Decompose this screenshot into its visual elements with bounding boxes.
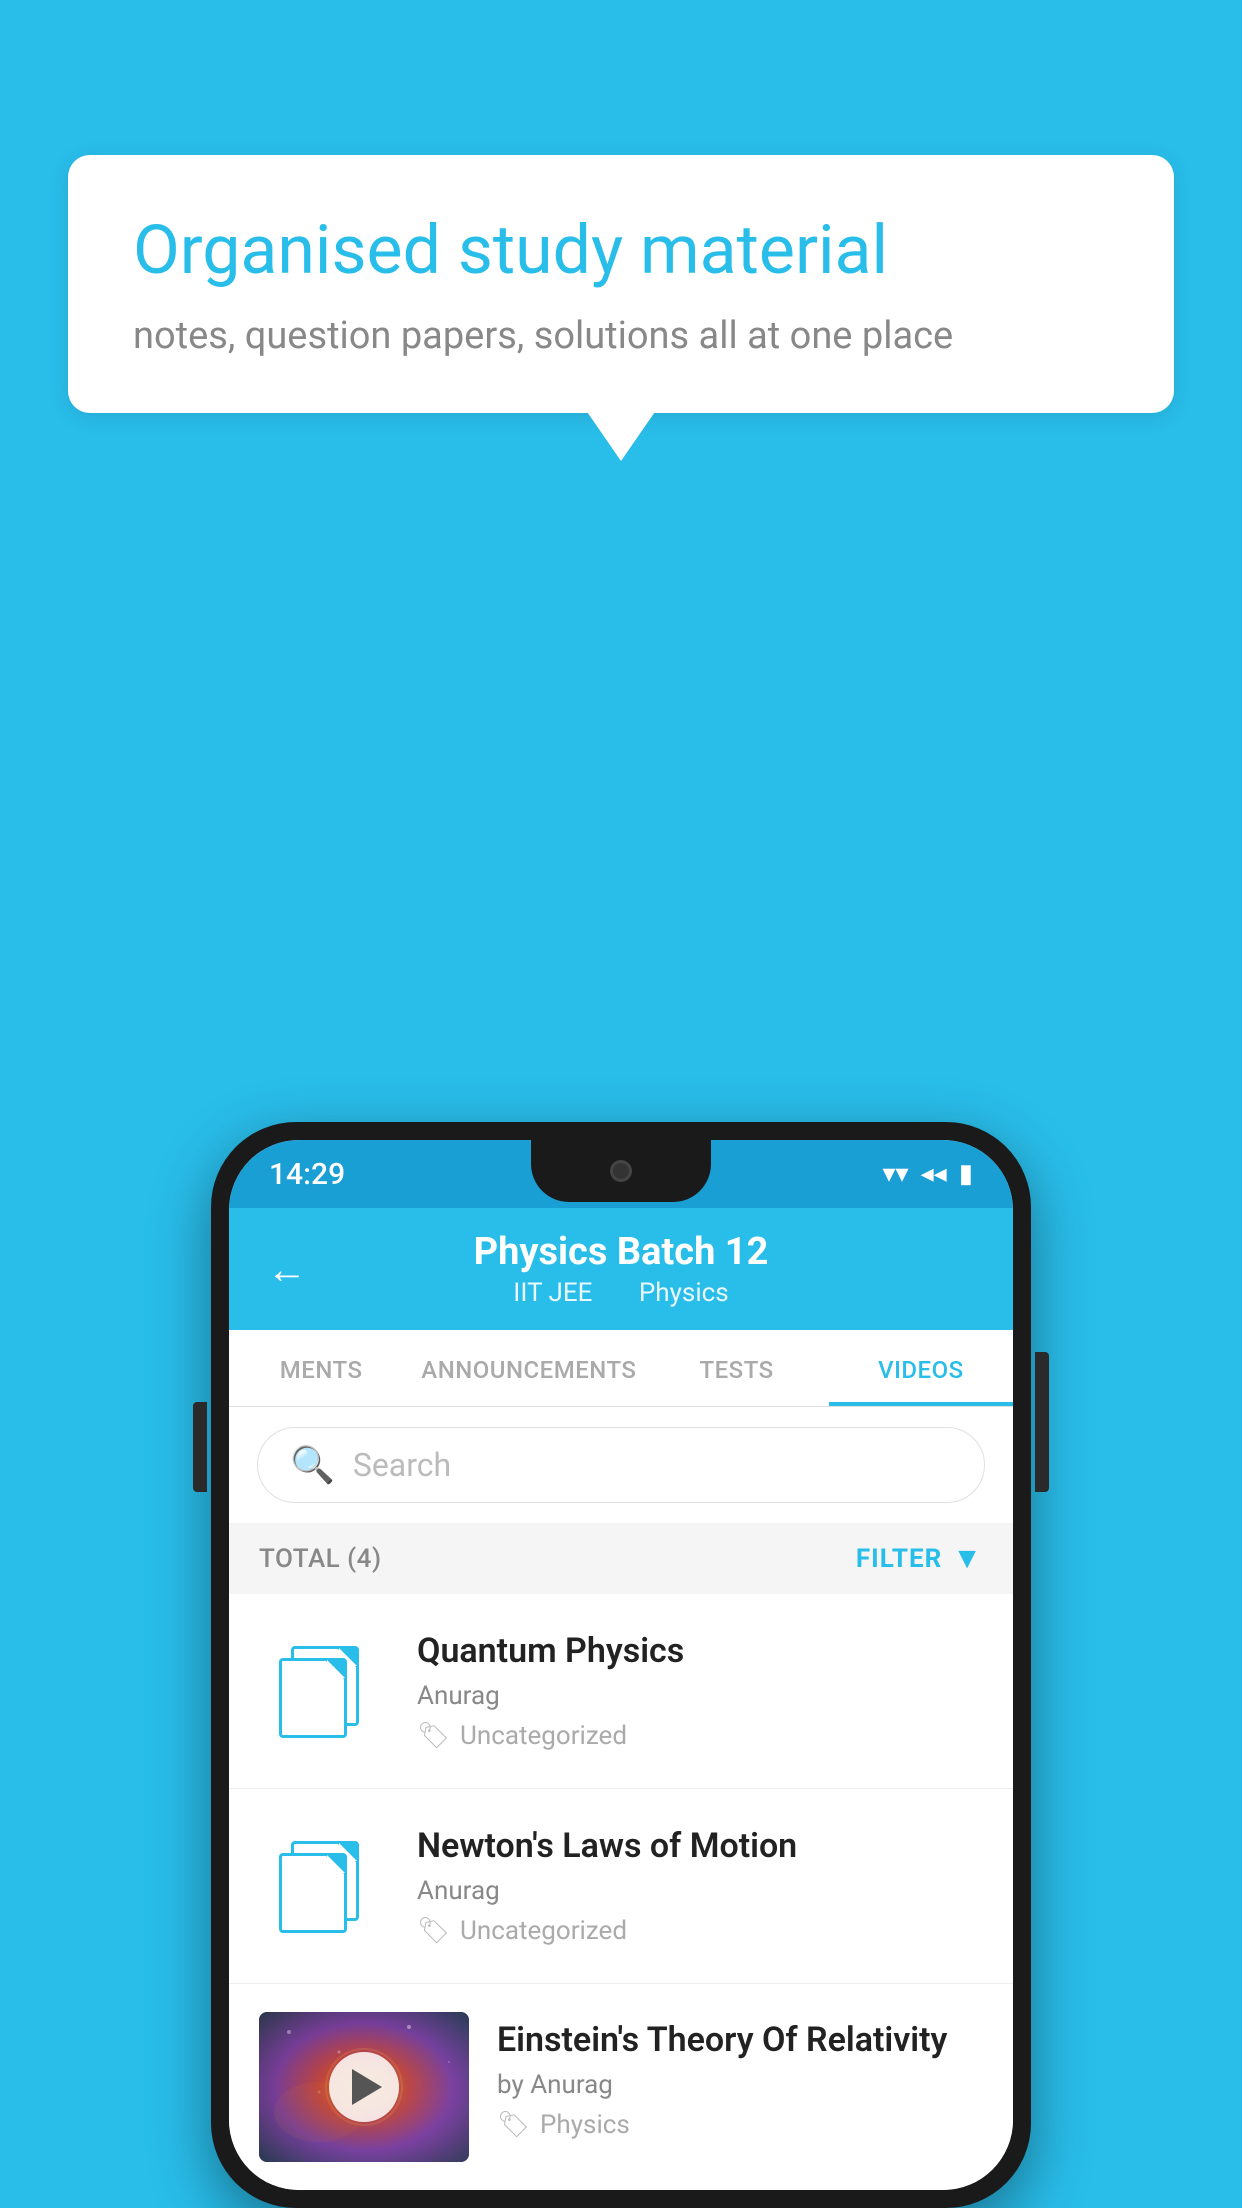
status-bar: 14:29 ▾▾ ◂◂ ▮ <box>229 1140 1013 1208</box>
filter-bar: TOTAL (4) FILTER ▼ <box>229 1523 1013 1594</box>
tab-ments[interactable]: MENTS <box>229 1330 413 1406</box>
tag-icon: 🏷 <box>417 1721 450 1751</box>
video-tag: 🏷 Physics <box>497 2110 983 2140</box>
video-item-info: Einstein's Theory Of Relativity by Anura… <box>497 2012 983 2140</box>
video-title: Einstein's Theory Of Relativity <box>497 2020 983 2060</box>
search-icon: 🔍 <box>290 1444 335 1486</box>
video-author: by Anurag <box>497 2070 983 2100</box>
phone-wrapper: 14:29 ▾▾ ◂◂ ▮ ← Physics Batch 12 IIT JEE… <box>211 1122 1031 2208</box>
camera-dot <box>610 1160 632 1182</box>
tab-videos[interactable]: VIDEOS <box>829 1330 1013 1406</box>
file-icon-wrapper <box>259 1821 389 1951</box>
play-button[interactable] <box>329 2052 399 2122</box>
app-header: ← Physics Batch 12 IIT JEE Physics <box>229 1208 1013 1330</box>
video-author: Anurag <box>417 1876 983 1906</box>
speech-bubble-wrapper: Organised study material notes, question… <box>68 155 1174 413</box>
header-title: Physics Batch 12 <box>474 1230 769 1274</box>
video-thumbnail <box>259 2012 469 2162</box>
list-item[interactable]: Newton's Laws of Motion Anurag 🏷 Uncateg… <box>229 1789 1013 1984</box>
status-icons: ▾▾ ◂◂ ▮ <box>882 1159 973 1189</box>
video-list: Quantum Physics Anurag 🏷 Uncategorized <box>229 1594 1013 2190</box>
list-item[interactable]: Einstein's Theory Of Relativity by Anura… <box>229 1984 1013 2190</box>
search-box[interactable]: 🔍 Search <box>257 1427 985 1503</box>
dual-file-icon <box>279 1841 369 1931</box>
header-subtitle: IIT JEE Physics <box>474 1278 769 1308</box>
tab-announcements[interactable]: ANNOUNCEMENTS <box>413 1330 644 1406</box>
tab-tests[interactable]: TESTS <box>644 1330 828 1406</box>
signal-icon: ◂◂ <box>921 1159 947 1189</box>
notch <box>531 1140 711 1202</box>
header-subtitle-iitjee: IIT JEE <box>513 1278 592 1308</box>
file-front <box>279 1658 347 1738</box>
video-title: Newton's Laws of Motion <box>417 1826 983 1866</box>
header-subtitle-physics: Physics <box>639 1278 729 1308</box>
filter-label: FILTER <box>856 1544 942 1574</box>
tag-icon: 🏷 <box>417 1916 450 1946</box>
back-button[interactable]: ← <box>267 1246 307 1293</box>
filter-button[interactable]: FILTER ▼ <box>856 1541 983 1576</box>
tag-label: Physics <box>540 2110 630 2140</box>
header-title-block: Physics Batch 12 IIT JEE Physics <box>474 1230 769 1308</box>
status-time: 14:29 <box>269 1157 345 1192</box>
search-placeholder: Search <box>353 1446 451 1484</box>
speech-bubble-title: Organised study material <box>133 210 1109 292</box>
file-icon-wrapper <box>259 1626 389 1756</box>
play-triangle-icon <box>352 2069 382 2105</box>
file-front <box>279 1853 347 1933</box>
tab-bar: MENTS ANNOUNCEMENTS TESTS VIDEOS <box>229 1330 1013 1407</box>
dual-file-icon <box>279 1646 369 1736</box>
speech-bubble-subtitle: notes, question papers, solutions all at… <box>133 314 1109 358</box>
video-item-info: Newton's Laws of Motion Anurag 🏷 Uncateg… <box>417 1826 983 1946</box>
total-count: TOTAL (4) <box>259 1544 382 1574</box>
tag-icon: 🏷 <box>497 2110 530 2140</box>
wifi-icon: ▾▾ <box>882 1159 908 1189</box>
video-tag: 🏷 Uncategorized <box>417 1916 983 1946</box>
speech-bubble: Organised study material notes, question… <box>68 155 1174 413</box>
search-container: 🔍 Search <box>229 1407 1013 1523</box>
video-item-info: Quantum Physics Anurag 🏷 Uncategorized <box>417 1631 983 1751</box>
phone-screen: 14:29 ▾▾ ◂◂ ▮ ← Physics Batch 12 IIT JEE… <box>229 1140 1013 2190</box>
tag-label: Uncategorized <box>460 1916 627 1946</box>
tag-label: Uncategorized <box>460 1721 627 1751</box>
phone-frame: 14:29 ▾▾ ◂◂ ▮ ← Physics Batch 12 IIT JEE… <box>211 1122 1031 2208</box>
list-item[interactable]: Quantum Physics Anurag 🏷 Uncategorized <box>229 1594 1013 1789</box>
filter-icon: ▼ <box>952 1541 983 1576</box>
video-author: Anurag <box>417 1681 983 1711</box>
video-title: Quantum Physics <box>417 1631 983 1671</box>
video-tag: 🏷 Uncategorized <box>417 1721 983 1751</box>
battery-icon: ▮ <box>959 1159 973 1189</box>
